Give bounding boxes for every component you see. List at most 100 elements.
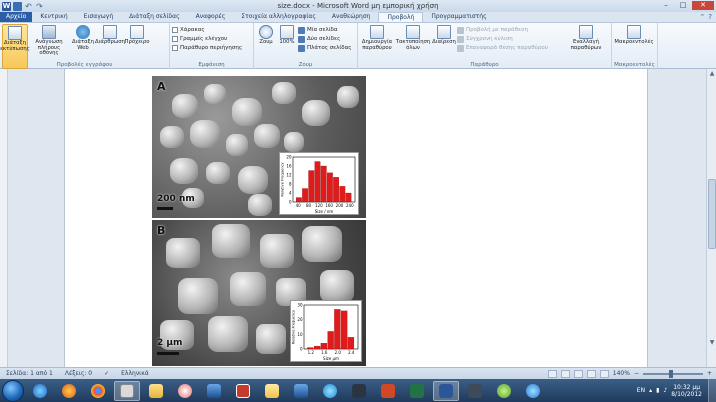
- page-width-button[interactable]: Πλάτος σελίδας: [298, 44, 351, 52]
- taskbar-notes[interactable]: [259, 381, 285, 401]
- tab-insert[interactable]: Εισαγωγή: [76, 12, 122, 22]
- start-button[interactable]: [2, 379, 24, 402]
- show-desktop-button[interactable]: [708, 379, 716, 402]
- page-count[interactable]: Σελίδα: 1 από 1: [0, 370, 59, 377]
- tab-file[interactable]: Αρχείο: [0, 12, 33, 22]
- close-button[interactable]: ✕: [692, 1, 714, 10]
- clock[interactable]: 10:32 μμ 8/10/2012: [671, 384, 702, 398]
- minimize-ribbon-icon[interactable]: ⌃: [699, 13, 705, 21]
- word-count[interactable]: Λέξεις: 0: [59, 370, 98, 377]
- group-zoom: Ζουμ 100% Μία σελίδα Δύο σελίδες Πλάτος …: [254, 23, 358, 69]
- taskbar-powerpoint[interactable]: [375, 381, 401, 401]
- redo-icon[interactable]: ↷: [35, 2, 44, 11]
- checkbox-icon: [172, 27, 178, 33]
- scrollbar-thumb[interactable]: [708, 179, 716, 249]
- view-print-layout-icon[interactable]: [547, 369, 557, 378]
- taskbar-network[interactable]: [462, 381, 488, 401]
- particle: [208, 316, 248, 352]
- taskbar-blue[interactable]: [520, 381, 546, 401]
- zoom-slider[interactable]: [642, 369, 703, 378]
- particle: [302, 226, 342, 262]
- taskbar-chip[interactable]: [230, 381, 256, 401]
- zoom-out-icon[interactable]: −: [634, 370, 639, 377]
- checkbox-icon: [172, 45, 178, 51]
- help-icon[interactable]: ?: [708, 13, 712, 21]
- side-by-side-icon: [457, 26, 464, 34]
- tab-review[interactable]: Αναθεώρηση: [324, 12, 379, 22]
- taskbar-monitor[interactable]: [201, 381, 227, 401]
- view-side-by-side-button[interactable]: Προβολή με παράθεση: [457, 26, 567, 34]
- magnifier-icon: [259, 25, 273, 39]
- taskbar-explorer[interactable]: [143, 381, 169, 401]
- language-bar[interactable]: EN: [637, 387, 645, 394]
- draft-icon: [130, 25, 144, 39]
- volume-icon[interactable]: ♪: [663, 387, 667, 394]
- x-tick-label: 40: [296, 203, 302, 208]
- histogram-inset-b: 0 10 20 30 1.2 1.6 2.0 2.4 Size μm Relative Frequ…: [290, 300, 362, 362]
- group-label-window: Παράθυρο: [470, 62, 499, 68]
- x-tick-label: 120: [315, 203, 323, 208]
- view-draft-icon[interactable]: [599, 369, 609, 378]
- tab-home[interactable]: Κεντρική: [32, 12, 75, 22]
- taskbar-skype[interactable]: [317, 381, 343, 401]
- one-page-button[interactable]: Μία σελίδα: [298, 26, 351, 34]
- undo-icon[interactable]: ↶: [24, 2, 33, 11]
- two-pages-button[interactable]: Δύο σελίδες: [298, 35, 351, 43]
- taskbar-green[interactable]: [491, 381, 517, 401]
- zoom-level[interactable]: 140%: [613, 370, 630, 377]
- minimize-button[interactable]: –: [658, 1, 674, 10]
- view-outline-icon[interactable]: [586, 369, 596, 378]
- taskbar-word[interactable]: [433, 380, 459, 401]
- view-full-screen-icon[interactable]: [560, 369, 570, 378]
- gridlines-checkbox[interactable]: Γραμμές ελέγχου: [172, 35, 242, 43]
- taskbar-ie[interactable]: [27, 381, 53, 401]
- view-web-icon[interactable]: [573, 369, 583, 378]
- maximize-button[interactable]: □: [675, 1, 691, 10]
- macros-icon: [627, 25, 641, 39]
- tab-mailings[interactable]: Στοιχεία αλληλογραφίας: [233, 12, 324, 22]
- tab-references[interactable]: Αναφορές: [188, 12, 234, 22]
- zoom-slider-knob[interactable]: [668, 369, 673, 378]
- scroll-down-icon[interactable]: ▼: [707, 338, 716, 347]
- synchronous-scrolling-button[interactable]: Σύγχρονη κύλιση: [457, 35, 567, 43]
- ruler-checkbox[interactable]: Χάρακας: [172, 26, 242, 34]
- histogram-bar: [345, 192, 352, 203]
- group-document-views: Διάταξη εκτύπωσης Ανάγνωση πλήρους οθόνη…: [0, 23, 170, 69]
- tab-developer[interactable]: Προγραμματιστής: [423, 12, 494, 22]
- network-tray-icon[interactable]: ▮: [656, 387, 659, 394]
- scroll-up-icon[interactable]: ▲: [707, 69, 716, 78]
- proofing-icon[interactable]: ✓: [98, 370, 115, 377]
- taskbar-calculator[interactable]: [114, 380, 140, 401]
- particle: [178, 278, 218, 314]
- zoom-in-icon[interactable]: +: [707, 370, 712, 377]
- chrome-icon: [91, 383, 105, 398]
- system-tray: EN ▴ ▮ ♪ 10:32 μμ 8/10/2012: [637, 384, 708, 398]
- taskbar-firefox[interactable]: [56, 381, 82, 401]
- skype-icon: [323, 383, 337, 398]
- taskbar-app-dark[interactable]: [346, 381, 372, 401]
- tab-page-layout[interactable]: Διάταξη σελίδας: [121, 12, 188, 22]
- reset-window-position-button[interactable]: Επαναφορά θέσης παραθύρου: [457, 44, 567, 52]
- green-app-icon: [497, 383, 511, 398]
- taskbar-paint[interactable]: [172, 381, 198, 401]
- tray-arrow-icon[interactable]: ▴: [649, 387, 652, 394]
- y-tick-label: 20: [286, 155, 292, 160]
- particle: [172, 94, 198, 118]
- scale-bar-b: [157, 352, 179, 355]
- tab-view[interactable]: Προβολή: [378, 12, 424, 22]
- language-indicator[interactable]: Ελληνικά: [115, 370, 155, 377]
- word-app-icon[interactable]: W: [2, 1, 11, 11]
- particle: [212, 224, 250, 258]
- taskbar-media[interactable]: [288, 381, 314, 401]
- checkbox-icon: [172, 36, 178, 42]
- taskbar-chrome[interactable]: [85, 381, 111, 401]
- taskbar-excel[interactable]: [404, 381, 430, 401]
- vertical-scrollbar[interactable]: ▲ ▼: [706, 69, 716, 367]
- particle: [190, 120, 220, 148]
- save-icon[interactable]: [13, 1, 22, 11]
- group-label-document-views: Προβολές εγγράφου: [56, 62, 113, 68]
- title-bar: W ↶ ↷ size.docx - Microsoft Word μη εμπο…: [0, 0, 716, 12]
- navigation-pane-checkbox[interactable]: Παράθυρο περιήγησης: [172, 44, 242, 52]
- x-tick-label: 1.2: [308, 350, 315, 355]
- notes-icon: [265, 383, 279, 398]
